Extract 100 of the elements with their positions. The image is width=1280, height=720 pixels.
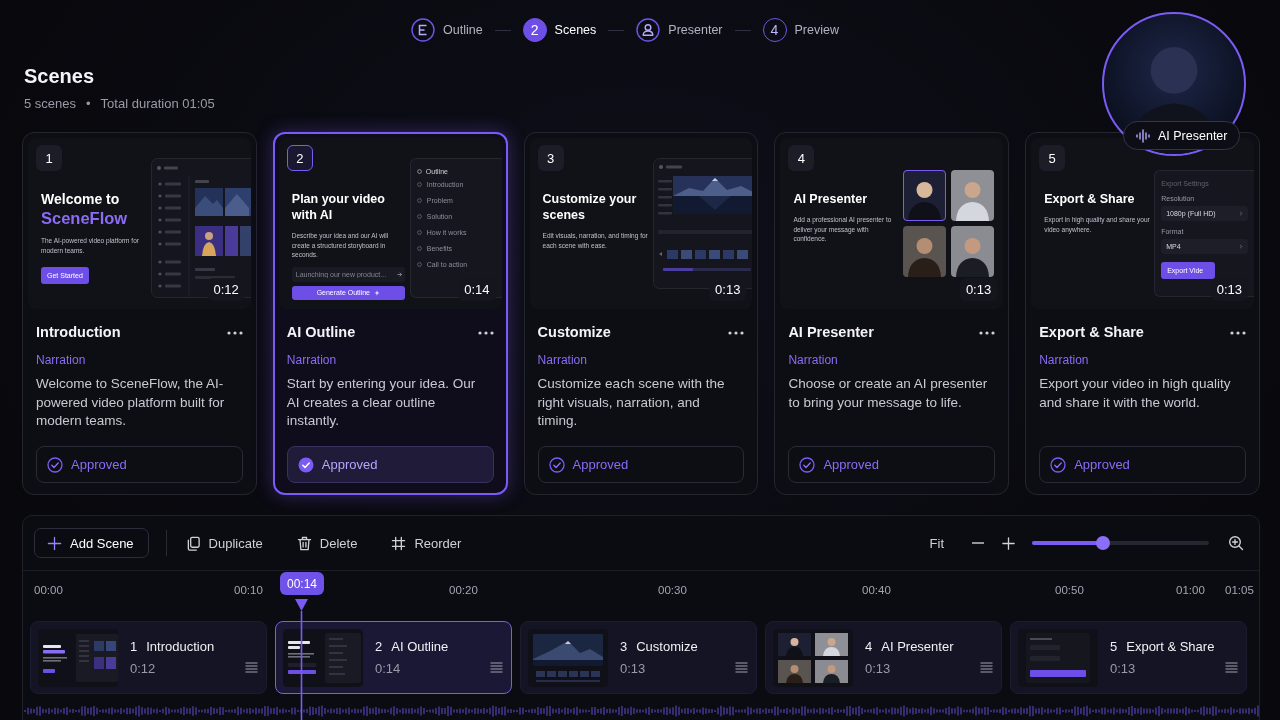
scene-card[interactable]: [1025, 132, 1260, 495]
scene-number-badge: 2: [286, 145, 313, 171]
scene-title: Introduction: [36, 324, 121, 341]
preview-heading: AI Presenter: [793, 191, 868, 207]
zoom-icon[interactable]: [1228, 535, 1244, 551]
drag-handle-icon[interactable]: [735, 662, 748, 673]
zoom-slider[interactable]: [1032, 536, 1209, 550]
check-circle-icon: [548, 456, 565, 473]
clip-number: 4: [865, 639, 873, 654]
slider-handle[interactable]: [1095, 536, 1110, 550]
duration-badge: 0:13: [959, 278, 998, 301]
timeline-clip[interactable]: 4 AI Presenter 0:13: [765, 621, 1002, 694]
bullet-icon: [416, 261, 422, 267]
preview-heading: Welcome to: [41, 191, 120, 208]
preview-heading: Export & Share: [1044, 191, 1135, 207]
scene-number-badge: 3: [537, 145, 564, 171]
sound-wave-icon: [1136, 128, 1150, 143]
presenter-photo-placeholder[interactable]: [951, 226, 995, 277]
time-label: 00:10: [234, 583, 263, 597]
page-title: Scenes: [24, 64, 95, 88]
scene-title: Customize: [537, 324, 611, 341]
delete-button[interactable]: Delete: [291, 528, 363, 558]
step-tab[interactable]: 2 Scenes: [522, 18, 597, 42]
reorder-button[interactable]: Reorder: [386, 528, 467, 558]
trash-icon: [296, 535, 312, 551]
status-label: Approved: [71, 457, 127, 472]
clip-duration: 0:13: [1110, 661, 1137, 676]
drag-handle-icon[interactable]: [245, 662, 258, 673]
status-label: Approved: [321, 457, 378, 472]
timeline-clip[interactable]: 2 AI Outline 0:14: [275, 621, 512, 694]
drag-handle-icon[interactable]: [1225, 662, 1238, 673]
presenter-photo-placeholder[interactable]: [903, 170, 947, 221]
clip-number: 1: [130, 639, 138, 654]
scene-title: Export & Share: [1039, 324, 1144, 341]
time-label: 00:50: [1055, 583, 1084, 597]
bullet-icon: [416, 229, 422, 235]
duration-badge: 0:13: [1210, 278, 1248, 301]
check-circle-icon: [47, 456, 63, 473]
preview-heading: Customize your scenes: [542, 191, 638, 223]
step-number: 2: [522, 18, 547, 42]
playhead-line[interactable]: [295, 599, 308, 720]
status-label: Approved: [572, 457, 629, 472]
narration-label: Narration: [36, 353, 87, 367]
step-tab[interactable]: 4 Preview: [762, 18, 839, 42]
drag-handle-icon[interactable]: [490, 662, 503, 673]
presenter-photo-placeholder[interactable]: [903, 226, 947, 277]
timeline-clip[interactable]: 5 Export & Share 0:13: [1010, 621, 1247, 694]
presenter-badge-label: AI Presenter: [1158, 128, 1228, 143]
copy-icon: [185, 535, 201, 551]
minus-icon: [972, 542, 984, 544]
bullet-icon: [416, 197, 422, 203]
scene-count: 5 scenes: [24, 96, 77, 112]
sparkle-icon: [373, 289, 380, 296]
more-icon[interactable]: [979, 330, 996, 335]
list-icon: [411, 18, 435, 42]
user-icon: [636, 18, 661, 42]
duplicate-button[interactable]: Duplicate: [180, 528, 268, 558]
clip-duration: 0:14: [375, 661, 402, 676]
clip-number: 3: [620, 639, 628, 654]
narration-label: Narration: [1039, 353, 1090, 367]
timeline-clip[interactable]: 1 Introduction 0:12: [30, 621, 267, 694]
more-icon[interactable]: [1230, 330, 1246, 335]
step-tab[interactable]: Presenter: [636, 18, 723, 42]
time-label: 01:00: [1176, 583, 1205, 597]
scene-description: Start by entering your idea. Our AI creates a clear outline instantly.: [286, 375, 477, 430]
arrow-icon: [396, 271, 402, 277]
preview-heading: Plan your video with AI: [291, 191, 386, 223]
narration-label: Narration: [286, 353, 338, 367]
zoom-in-button[interactable]: [1000, 535, 1016, 551]
status-label: Approved: [1074, 457, 1130, 472]
narration-label: Narration: [537, 353, 588, 367]
step-tab[interactable]: Outline: [411, 18, 483, 42]
scene-description: Customize each scene with the right visuals, narration, and timing.: [537, 375, 726, 430]
plus-icon: [47, 535, 62, 551]
scene-card[interactable]: [272, 132, 508, 495]
scene-number-badge: 5: [1039, 145, 1066, 171]
brand-name: SceneFlow: [41, 208, 128, 228]
status-label: Approved: [823, 457, 880, 472]
time-label: 00:20: [449, 583, 478, 597]
clip-title: AI Outline: [391, 639, 449, 654]
add-scene-button[interactable]: Add Scene: [34, 528, 149, 558]
scene-description: Export your video in high quality and share it with the world.: [1039, 375, 1232, 412]
scene-number-badge: 1: [36, 145, 62, 171]
narration-label: Narration: [788, 353, 839, 367]
more-icon[interactable]: [477, 330, 494, 335]
drag-handle-icon[interactable]: [980, 662, 993, 673]
chevron-icon: [1239, 211, 1243, 216]
separator-dot: •: [86, 96, 91, 112]
presenter-photo-placeholder[interactable]: [951, 170, 995, 221]
fit-button[interactable]: Fit: [929, 535, 944, 551]
scene-number-badge: 4: [788, 145, 815, 171]
clip-title: Customize: [636, 639, 698, 654]
clip-title: Export & Share: [1126, 639, 1215, 654]
bullet-icon: [416, 181, 422, 187]
time-label: 00:00: [34, 583, 63, 597]
timeline-clip[interactable]: 3 Customize 0:13: [520, 621, 757, 694]
more-icon[interactable]: [226, 330, 243, 335]
more-icon[interactable]: [728, 330, 745, 335]
clip-title: Introduction: [146, 639, 215, 654]
playhead-handle[interactable]: 00:14: [280, 572, 324, 595]
